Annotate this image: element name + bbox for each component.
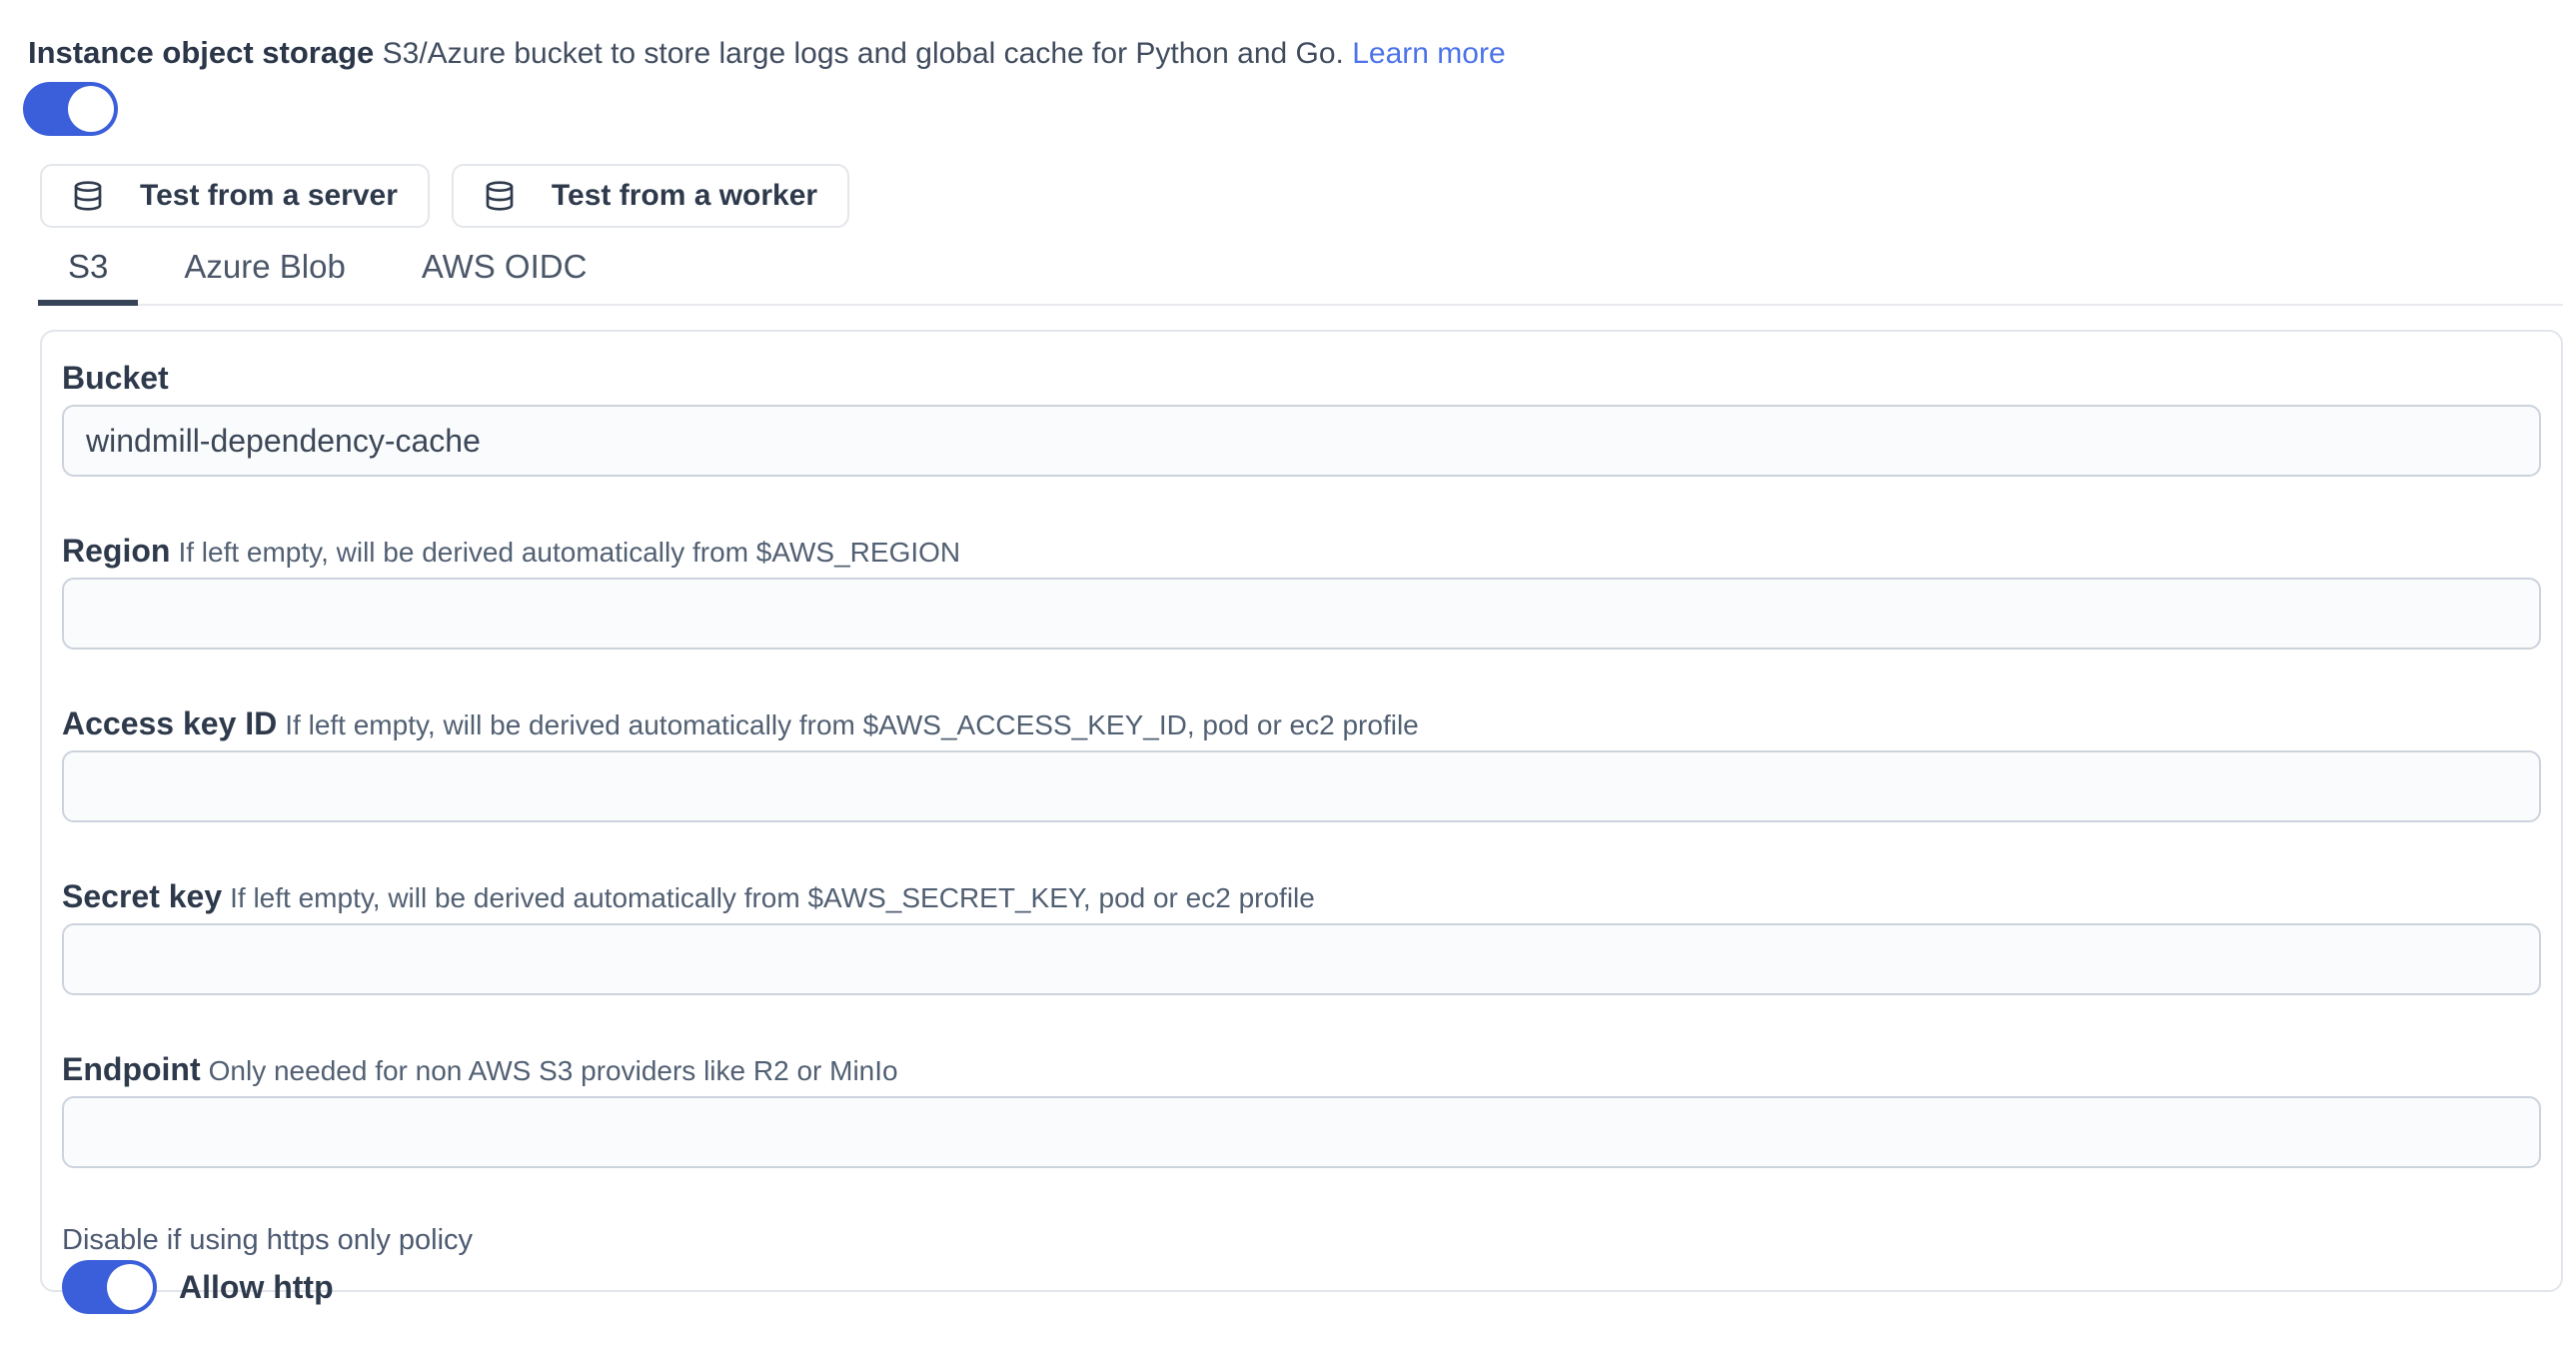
access-key-id-label: Access key ID	[62, 705, 277, 741]
test-buttons-row: Test from a server Test from a worker	[40, 164, 2576, 228]
access-key-id-field: Access key ID If left empty, will be deri…	[62, 705, 2541, 822]
endpoint-hint: Only needed for non AWS S3 providers lik…	[209, 1055, 898, 1086]
tab-s3[interactable]: S3	[38, 240, 138, 304]
secret-key-label-line: Secret key If left empty, will be derived…	[62, 878, 2541, 921]
endpoint-input[interactable]	[62, 1096, 2541, 1168]
page-title: Instance object storage	[28, 35, 374, 70]
bucket-input[interactable]	[62, 405, 2541, 477]
region-label: Region	[62, 533, 170, 569]
access-key-id-input[interactable]	[62, 750, 2541, 822]
toggle-knob	[107, 1264, 153, 1310]
tab-aws-oidc[interactable]: AWS OIDC	[392, 240, 618, 304]
bucket-field: Bucket	[62, 360, 2541, 477]
object-storage-toggle[interactable]	[23, 82, 118, 136]
access-key-id-hint: If left empty, will be derived automatic…	[285, 709, 1418, 740]
toggle-knob	[68, 86, 114, 132]
region-hint: If left empty, will be derived automatic…	[178, 537, 960, 568]
bucket-label: Bucket	[62, 360, 169, 396]
database-icon	[484, 180, 516, 212]
bucket-label-line: Bucket	[62, 360, 2541, 403]
test-from-worker-label: Test from a worker	[552, 179, 817, 213]
test-from-server-label: Test from a server	[140, 179, 398, 213]
s3-settings-panel: Bucket Region If left empty, will be deri…	[40, 330, 2563, 1292]
region-field: Region If left empty, will be derived aut…	[62, 533, 2541, 650]
allow-http-row: Allow http	[62, 1260, 2541, 1314]
learn-more-link[interactable]: Learn more	[1352, 37, 1505, 70]
endpoint-label-line: Endpoint Only needed for non AWS S3 provi…	[62, 1051, 2541, 1094]
page-description: S3/Azure bucket to store large logs and …	[383, 37, 1344, 70]
storage-provider-tabs: S3 Azure Blob AWS OIDC	[38, 240, 2563, 306]
database-icon	[72, 180, 104, 212]
secret-key-input[interactable]	[62, 923, 2541, 995]
tab-azure-blob[interactable]: Azure Blob	[154, 240, 375, 304]
region-input[interactable]	[62, 578, 2541, 650]
endpoint-field: Endpoint Only needed for non AWS S3 provi…	[62, 1051, 2541, 1168]
access-key-id-label-line: Access key ID If left empty, will be deri…	[62, 705, 2541, 748]
test-from-worker-button[interactable]: Test from a worker	[452, 164, 849, 228]
allow-http-toggle[interactable]	[62, 1260, 157, 1314]
test-from-server-button[interactable]: Test from a server	[40, 164, 430, 228]
allow-http-label: Allow http	[179, 1269, 334, 1306]
region-label-line: Region If left empty, will be derived aut…	[62, 533, 2541, 576]
secret-key-hint: If left empty, will be derived automatic…	[230, 882, 1315, 913]
secret-key-label: Secret key	[62, 878, 222, 914]
instance-settings-page: Instance object storage S3/Azure bucket …	[0, 0, 2576, 1292]
header: Instance object storage S3/Azure bucket …	[28, 34, 2576, 73]
allow-http-note: Disable if using https only policy	[62, 1224, 2541, 1256]
endpoint-label: Endpoint	[62, 1051, 201, 1087]
secret-key-field: Secret key If left empty, will be derived…	[62, 878, 2541, 995]
